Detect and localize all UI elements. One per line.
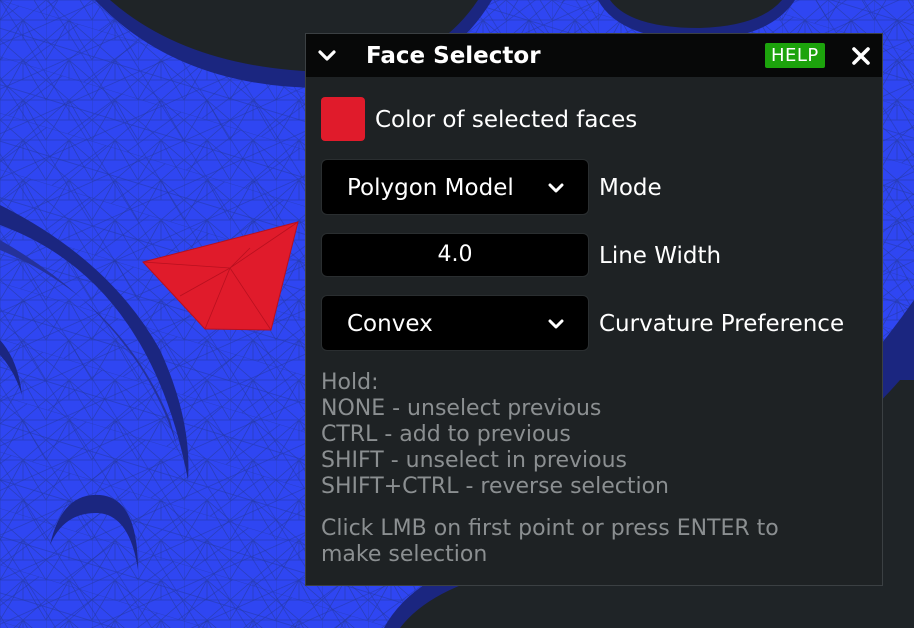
chevron-down-icon xyxy=(318,50,336,61)
hold-title: Hold: xyxy=(321,370,379,395)
hold-shift-text: SHIFT - unselect in previous xyxy=(321,448,627,473)
line-width-label: Line Width xyxy=(599,243,722,269)
line-width-input[interactable]: 4.0 xyxy=(321,233,589,277)
collapse-button[interactable] xyxy=(314,43,340,69)
curvature-label: Curvature Preference xyxy=(599,311,845,337)
chevron-down-icon xyxy=(546,314,566,334)
mode-value: Polygon Model xyxy=(347,175,514,201)
hold-ctrl-text: CTRL - add to previous xyxy=(321,422,571,447)
instruction-line-1: Click LMB on first point or press ENTER … xyxy=(321,516,779,541)
hold-shift-ctrl-text: SHIFT+CTRL - reverse selection xyxy=(321,474,669,499)
curvature-value: Convex xyxy=(347,311,433,337)
close-button[interactable] xyxy=(849,44,873,68)
help-button[interactable]: HELP xyxy=(765,43,825,68)
close-icon xyxy=(852,47,870,65)
mode-label: Mode xyxy=(599,175,662,201)
face-selector-panel: Face Selector HELP Color of selected fac… xyxy=(305,33,883,586)
mode-dropdown[interactable]: Polygon Model xyxy=(321,159,589,215)
panel-titlebar[interactable]: Face Selector HELP xyxy=(306,34,882,77)
hold-none-text: NONE - unselect previous xyxy=(321,396,602,421)
color-label: Color of selected faces xyxy=(375,107,638,133)
curvature-dropdown[interactable]: Convex xyxy=(321,295,589,351)
instruction-line-2: make selection xyxy=(321,542,488,567)
selected-face-color-swatch[interactable] xyxy=(321,97,365,141)
chevron-down-icon xyxy=(546,178,566,198)
panel-title: Face Selector xyxy=(366,43,541,69)
